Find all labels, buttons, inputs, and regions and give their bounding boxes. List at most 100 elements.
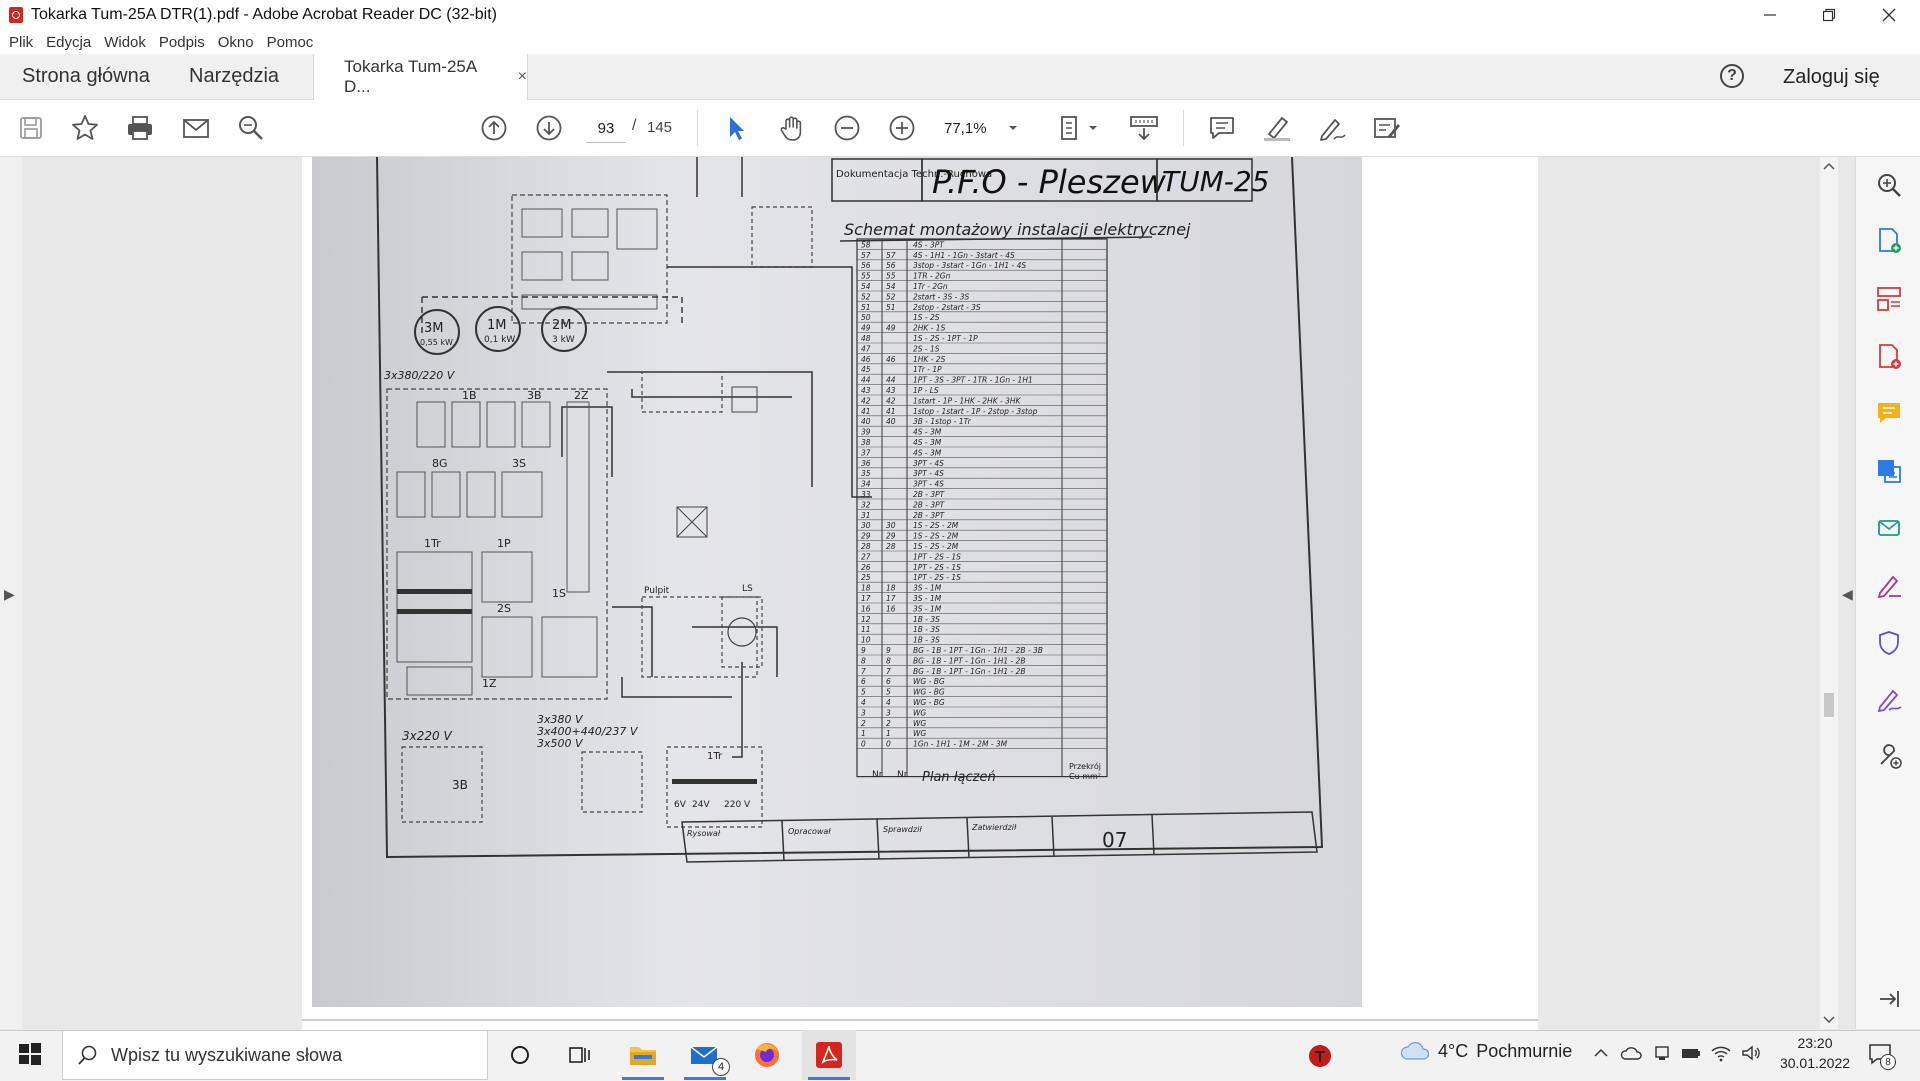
menu-bar: Plik Edycja Widok Podpis Okno Pomoc xyxy=(0,30,1920,54)
table-cell-connection: 3S - 1M xyxy=(913,584,942,593)
tool-export-pdf[interactable] xyxy=(1875,343,1903,371)
header-model: TUM-25 xyxy=(1162,165,1270,198)
table-footer-nr2: Nr xyxy=(897,770,908,780)
table-cell-connection: 3S - 1M xyxy=(913,604,942,613)
tool-fill-sign[interactable] xyxy=(1875,571,1903,599)
menu-file[interactable]: Plik xyxy=(9,34,33,51)
taskbar-mail[interactable]: 4 xyxy=(678,1030,732,1080)
taskbar-file-explorer[interactable] xyxy=(616,1030,670,1080)
scrollbar-thumb[interactable] xyxy=(1824,693,1834,717)
tool-protect[interactable] xyxy=(1875,629,1903,657)
next-page-button[interactable] xyxy=(533,112,565,144)
taskbar-search-box[interactable]: Wpisz tu wyszukiwane słowa xyxy=(62,1030,488,1080)
volume-icon[interactable] xyxy=(1740,1044,1762,1067)
bookmark-button[interactable] xyxy=(69,112,101,144)
motor-1m-power: 0,1 kW xyxy=(484,335,515,345)
find-button[interactable] xyxy=(235,112,267,144)
comment-button[interactable] xyxy=(1206,112,1238,144)
tool-create-pdf[interactable] xyxy=(1875,227,1903,255)
vertical-scrollbar[interactable] xyxy=(1820,157,1838,1029)
minimize-button[interactable] xyxy=(1747,0,1793,30)
tab-tools[interactable]: Narzędzia xyxy=(189,54,279,99)
help-icon[interactable]: ? xyxy=(1720,64,1744,88)
fit-page-icon xyxy=(1061,116,1097,140)
star-icon xyxy=(72,115,98,140)
menu-help[interactable]: Pomoc xyxy=(267,34,314,51)
tab-close-icon[interactable]: × xyxy=(518,68,527,86)
taskbar-clock[interactable]: 23:20 30.01.2022 xyxy=(1775,1033,1855,1073)
menu-edit[interactable]: Edycja xyxy=(46,34,91,51)
scroll-down-icon[interactable] xyxy=(1820,1013,1838,1027)
table-cell-terminal-nr: 5 xyxy=(886,688,891,697)
pen-draw-icon xyxy=(1320,119,1346,141)
tool-request-signature[interactable] xyxy=(1875,685,1903,713)
hand-tool-button[interactable] xyxy=(776,112,808,144)
table-cell-wire-nr: 18 xyxy=(861,584,871,593)
table-cell-connection: 3S - 1M xyxy=(913,594,942,603)
print-button[interactable] xyxy=(124,112,156,144)
scroll-up-icon[interactable] xyxy=(1820,159,1838,173)
table-cell-wire-nr: 34 xyxy=(861,480,871,489)
save-button[interactable] xyxy=(15,112,47,144)
expand-left-panel-icon[interactable]: ▶ xyxy=(4,586,15,603)
tool-send-for-review[interactable] xyxy=(1875,514,1903,542)
tab-document[interactable]: Tokarka Tum-25A D... × xyxy=(313,54,528,100)
table-cell-wire-nr: 56 xyxy=(861,261,871,270)
collapse-tools-pane-button[interactable] xyxy=(1875,985,1903,1013)
start-button[interactable] xyxy=(18,1042,42,1066)
email-button[interactable] xyxy=(180,112,212,144)
draw-button[interactable] xyxy=(1316,112,1348,144)
previous-page-button[interactable] xyxy=(478,112,510,144)
onedrive-icon[interactable] xyxy=(1620,1044,1642,1067)
page-number-input[interactable]: 93 xyxy=(586,114,626,143)
weather-widget[interactable]: 4°C Pochmurnie xyxy=(1400,1040,1572,1062)
tool-zoom[interactable] xyxy=(1875,171,1903,199)
tray-chevron-up-icon[interactable] xyxy=(1592,1044,1610,1067)
tool-comment[interactable] xyxy=(1875,399,1903,427)
tool-more-tools[interactable] xyxy=(1875,742,1903,770)
fill-sign-button[interactable] xyxy=(1371,112,1403,144)
menu-view[interactable]: Widok xyxy=(104,34,146,51)
signin-link[interactable]: Zaloguj się xyxy=(1783,66,1880,89)
table-cell-wire-nr: 37 xyxy=(861,448,871,457)
table-cell-wire-nr: 50 xyxy=(861,313,871,322)
notification-center-button[interactable]: 8 xyxy=(1868,1042,1896,1070)
motor-3m-power: 0,55 kW xyxy=(420,338,453,347)
close-window-button[interactable] xyxy=(1866,0,1912,30)
taskbar-task-view[interactable] xyxy=(553,1030,607,1080)
table-cell-connection: 2S - 1S xyxy=(913,344,940,353)
scroll-mode-button[interactable] xyxy=(1126,112,1162,144)
battery-icon[interactable] xyxy=(1680,1044,1702,1067)
export-pdf-icon xyxy=(1879,344,1901,369)
tab-home[interactable]: Strona główna xyxy=(22,54,150,99)
zoom-out-button[interactable] xyxy=(831,112,863,144)
menu-sign[interactable]: Podpis xyxy=(159,34,205,51)
tool-organize-pages[interactable] xyxy=(1875,285,1903,313)
table-cell-wire-nr: 51 xyxy=(861,303,871,312)
select-tool-button[interactable] xyxy=(720,112,752,144)
device-icon[interactable] xyxy=(1652,1044,1672,1067)
wifi-icon[interactable] xyxy=(1710,1044,1732,1067)
block-2s: 2S xyxy=(497,602,511,615)
page-display-button[interactable] xyxy=(1055,112,1103,144)
zoom-in-button[interactable] xyxy=(886,112,918,144)
collapse-right-panel-icon[interactable]: ◀ xyxy=(1842,586,1853,603)
signature-icon xyxy=(1877,689,1902,713)
highlight-button[interactable] xyxy=(1261,112,1293,144)
tool-edit-pdf[interactable] xyxy=(1875,457,1903,485)
taskbar-firefox[interactable] xyxy=(740,1030,794,1080)
table-cell-terminal-nr: 52 xyxy=(886,292,896,301)
red-circle-app-icon xyxy=(1309,1045,1331,1067)
fill-sign-icon xyxy=(1877,575,1901,599)
restore-button[interactable] xyxy=(1806,0,1852,30)
table-cell-wire-nr: 7 xyxy=(861,667,866,676)
taskbar-acrobat[interactable] xyxy=(802,1030,856,1080)
menu-window[interactable]: Okno xyxy=(218,34,254,51)
table-footer-cu: Cu mm² xyxy=(1069,772,1101,781)
table-cell-terminal-nr: 8 xyxy=(886,656,891,665)
taskbar-cortana[interactable] xyxy=(493,1030,547,1080)
table-cell-wire-nr: 43 xyxy=(861,386,871,395)
tray-app-icon[interactable] xyxy=(1308,1044,1332,1068)
table-cell-terminal-nr: 3 xyxy=(886,708,891,717)
zoom-level-select[interactable]: 77,1% xyxy=(944,114,1024,142)
